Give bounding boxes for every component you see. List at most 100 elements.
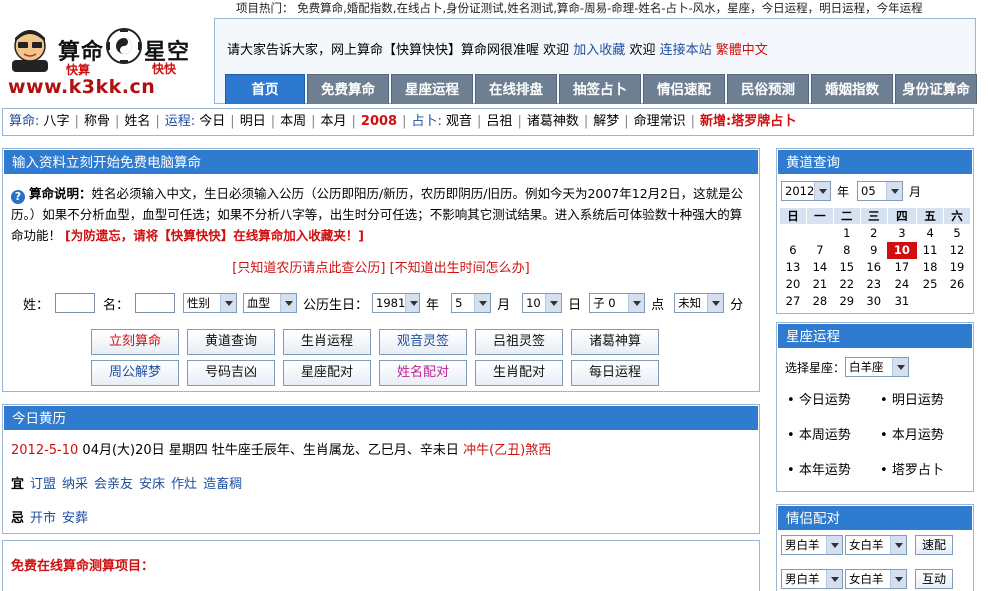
suitable-item[interactable]: 安床 — [139, 477, 165, 492]
unknown-time-link[interactable]: [不知道出生时间怎么办] — [390, 261, 530, 276]
calendar-month-select[interactable]: 05 — [857, 181, 904, 201]
nav-tab-8[interactable]: 身份证算命 — [895, 74, 977, 104]
fortune-button-5[interactable]: 诸葛神算 — [571, 329, 659, 355]
fortune-button-9[interactable]: 姓名配对 — [379, 360, 467, 386]
calendar-day[interactable]: 8 — [833, 242, 860, 259]
calendar-day[interactable]: 15 — [833, 259, 860, 276]
subnav-divination-link-1[interactable]: 吕祖 — [486, 114, 512, 129]
fortune-button-8[interactable]: 星座配对 — [283, 360, 371, 386]
calendar-day[interactable]: 13 — [780, 259, 807, 276]
lunar-lookup-link[interactable]: [只知道农历请点此查公历] — [232, 261, 385, 276]
horoscope-link-4[interactable]: 本年运势 — [787, 459, 880, 478]
suitable-item[interactable]: 订盟 — [30, 477, 56, 492]
suitable-item[interactable]: 造畜稠 — [203, 477, 242, 492]
fortune-button-2[interactable]: 生肖运程 — [283, 329, 371, 355]
site-logo[interactable]: 算命 星空 快算 快快 www.k3kk.cn — [4, 20, 204, 102]
fortune-button-1[interactable]: 黄道查询 — [187, 329, 275, 355]
calendar-day[interactable]: 27 — [780, 293, 807, 310]
bookmark-reminder-link[interactable]: [为防遗忘，请将【快算快快】在线算命加入收藏夹！] — [65, 228, 364, 243]
horoscope-link-1[interactable]: 明日运势 — [880, 389, 973, 408]
subnav-fortune-link-2[interactable]: 姓名 — [124, 114, 150, 129]
calendar-day[interactable]: 21 — [806, 276, 833, 293]
subnav-fortune-link-1[interactable]: 称骨 — [84, 114, 110, 129]
horoscope-link-5[interactable]: 塔罗占卜 — [880, 459, 973, 478]
subnav-divination-link-0[interactable]: 观音 — [446, 114, 472, 129]
subnav-divination-link-4[interactable]: 命理常识 — [634, 114, 686, 129]
calendar-day[interactable]: 25 — [917, 276, 944, 293]
traditional-chinese-link[interactable]: 繁體中文 — [716, 43, 768, 58]
nav-tab-4[interactable]: 抽签占卜 — [559, 74, 641, 104]
subnav-divination-link-3[interactable]: 解梦 — [593, 114, 619, 129]
calendar-day[interactable]: 6 — [780, 242, 807, 259]
calendar-day[interactable]: 2 — [860, 225, 887, 242]
calendar-day[interactable]: 4 — [917, 225, 944, 242]
couple-match-button[interactable]: 互动 — [915, 569, 954, 589]
nav-tab-3[interactable]: 在线排盘 — [475, 74, 557, 104]
zodiac-select-male[interactable]: 男白羊 — [781, 569, 843, 589]
calendar-day[interactable]: 14 — [806, 259, 833, 276]
fortune-button-0[interactable]: 立刻算命 — [91, 329, 179, 355]
zodiac-select-female[interactable]: 女白羊 — [845, 569, 907, 589]
birth-year-select[interactable]: 1981 — [372, 293, 421, 313]
blood-type-select[interactable]: 血型 — [243, 293, 298, 313]
subnav-horoscope-link-2[interactable]: 本周 — [280, 114, 306, 129]
calendar-day[interactable]: 17 — [887, 259, 916, 276]
horoscope-link-2[interactable]: 本周运势 — [787, 424, 880, 443]
nav-tab-2[interactable]: 星座运程 — [391, 74, 473, 104]
calendar-day[interactable]: 16 — [860, 259, 887, 276]
zodiac-select-male[interactable]: 男白羊 — [781, 535, 843, 555]
calendar-day[interactable]: 5 — [944, 225, 971, 242]
horoscope-link-0[interactable]: 今日运势 — [787, 389, 880, 408]
birth-month-select[interactable]: 5 — [451, 293, 492, 313]
nav-tab-5[interactable]: 情侣速配 — [643, 74, 725, 104]
calendar-day[interactable]: 7 — [806, 242, 833, 259]
subnav-horoscope-link-1[interactable]: 明日 — [240, 114, 266, 129]
subnav-horoscope-link-3[interactable]: 本月 — [321, 114, 347, 129]
nav-tab-7[interactable]: 婚姻指数 — [811, 74, 893, 104]
nav-tab-0[interactable]: 首页 — [225, 74, 305, 104]
subnav-2008-link[interactable]: 2008 — [361, 114, 397, 129]
fortune-button-10[interactable]: 生肖配对 — [475, 360, 563, 386]
nav-tab-1[interactable]: 免费算命 — [307, 74, 389, 104]
horoscope-link-3[interactable]: 本月运势 — [880, 424, 973, 443]
subnav-horoscope-link-0[interactable]: 今日 — [199, 114, 225, 129]
calendar-day[interactable]: 12 — [944, 242, 971, 259]
horoscope-select[interactable]: 白羊座 — [845, 357, 910, 377]
birth-minute-select[interactable]: 未知 — [674, 293, 725, 313]
calendar-day[interactable]: 23 — [860, 276, 887, 293]
subnav-tarot-link[interactable]: 新增:塔罗牌占卜 — [700, 114, 796, 129]
suitable-item[interactable]: 纳采 — [62, 477, 88, 492]
bookmark-link[interactable]: 加入收藏 — [573, 43, 625, 58]
hot-projects-links[interactable]: 免费算命,婚配指数,在线占卜,身份证测试,姓名测试,算命-周易-命理-姓名-占卜… — [297, 1, 923, 14]
gender-select[interactable]: 性别 — [183, 293, 238, 313]
nav-tab-6[interactable]: 民俗预测 — [727, 74, 809, 104]
calendar-day[interactable]: 24 — [887, 276, 916, 293]
avoid-item[interactable]: 安葬 — [62, 511, 88, 526]
birth-hour-select[interactable]: 子 0 — [589, 293, 646, 313]
calendar-day[interactable]: 26 — [944, 276, 971, 293]
calendar-day[interactable]: 29 — [833, 293, 860, 310]
calendar-day[interactable]: 31 — [887, 293, 916, 310]
calendar-day[interactable]: 20 — [780, 276, 807, 293]
zodiac-select-female[interactable]: 女白羊 — [845, 535, 907, 555]
calendar-day[interactable]: 30 — [860, 293, 887, 310]
calendar-day[interactable]: 18 — [917, 259, 944, 276]
fortune-button-11[interactable]: 每日运程 — [571, 360, 659, 386]
birth-day-select[interactable]: 10 — [522, 293, 563, 313]
surname-input[interactable] — [55, 293, 96, 313]
suitable-item[interactable]: 作灶 — [171, 477, 197, 492]
calendar-day[interactable]: 22 — [833, 276, 860, 293]
fortune-button-4[interactable]: 吕祖灵签 — [475, 329, 563, 355]
couple-match-button[interactable]: 速配 — [915, 535, 954, 555]
calendar-day[interactable]: 3 — [887, 225, 916, 242]
fortune-button-3[interactable]: 观音灵签 — [379, 329, 467, 355]
calendar-day[interactable]: 28 — [806, 293, 833, 310]
calendar-day[interactable]: 9 — [860, 242, 887, 259]
avoid-item[interactable]: 开市 — [30, 511, 56, 526]
subnav-divination-link-2[interactable]: 诸葛神数 — [527, 114, 579, 129]
calendar-day[interactable]: 10 — [887, 241, 917, 259]
calendar-year-select[interactable]: 2012 — [781, 181, 831, 201]
given-name-input[interactable] — [135, 293, 176, 313]
fortune-button-7[interactable]: 号码吉凶 — [187, 360, 275, 386]
suitable-item[interactable]: 会亲友 — [94, 477, 133, 492]
